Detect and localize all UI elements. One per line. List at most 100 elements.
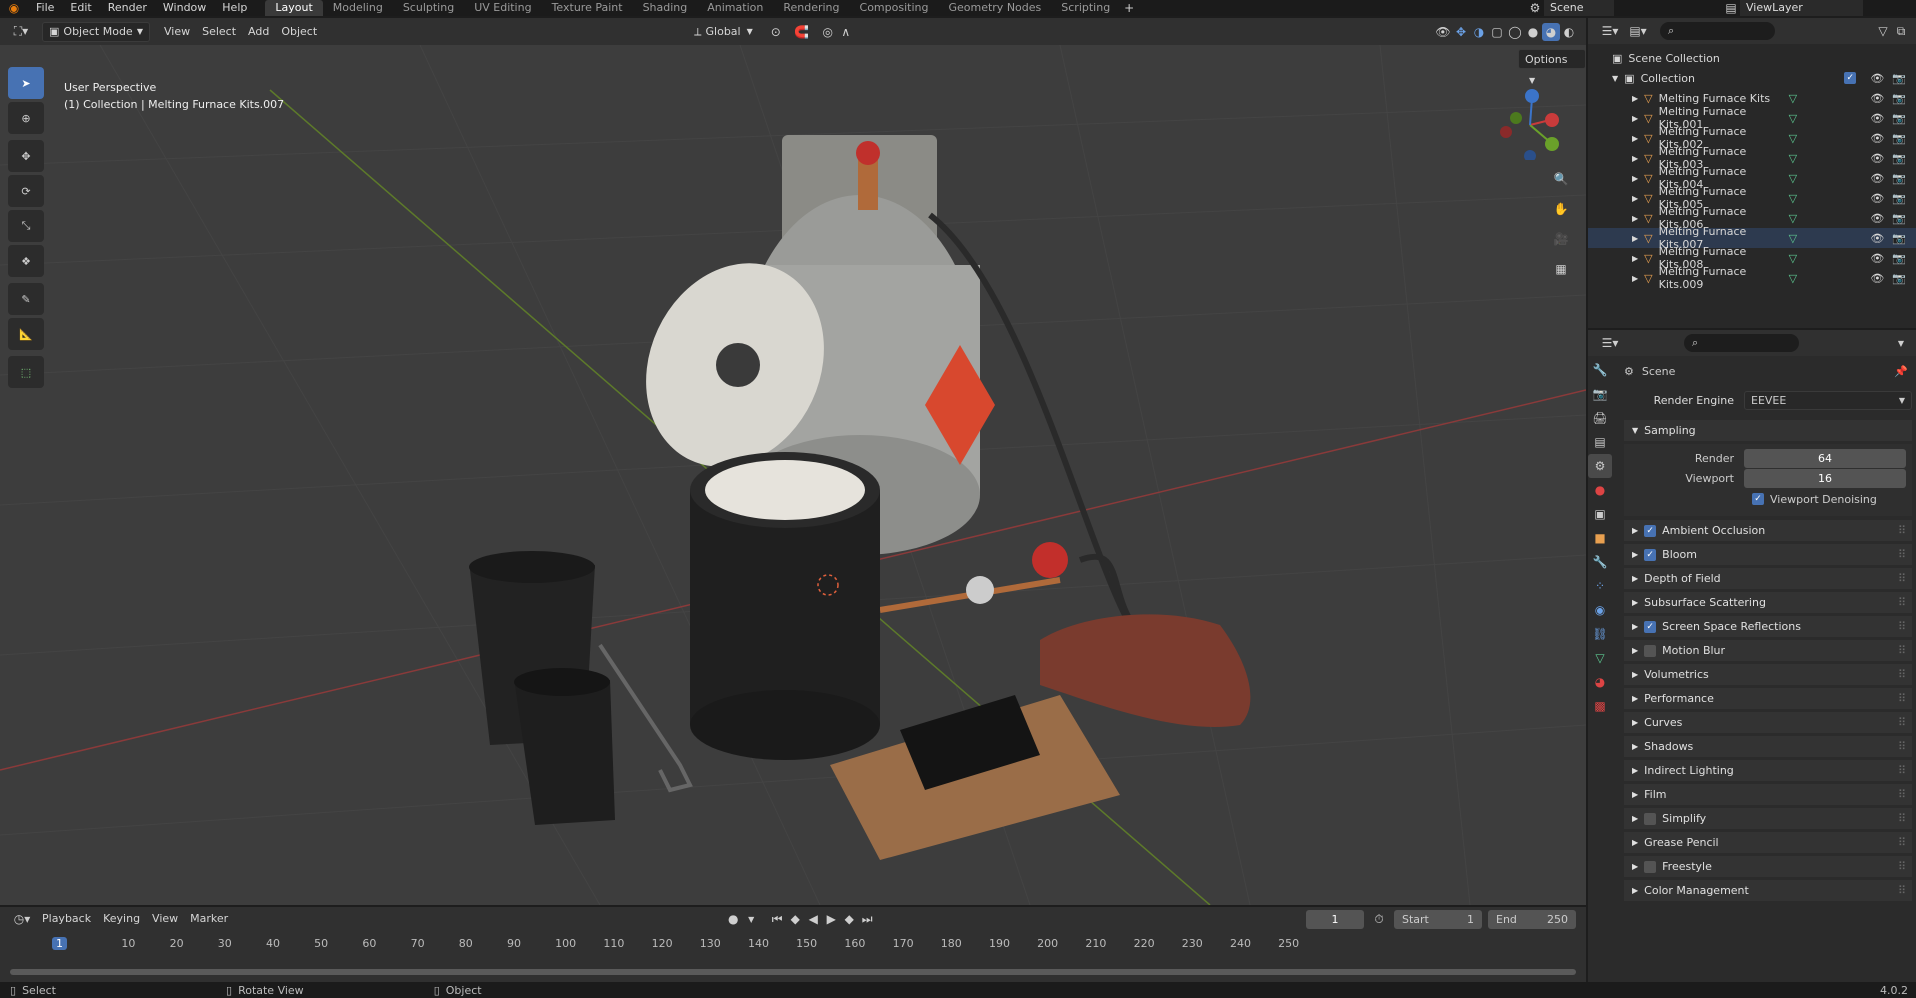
panel-indirect-lighting[interactable]: ▶ Indirect Lighting ⠿ — [1624, 760, 1912, 784]
drag-handle-icon[interactable]: ⠿ — [1898, 572, 1906, 585]
eye-icon[interactable]: 👁 — [1870, 252, 1884, 265]
next-keyframe-icon[interactable]: ◆ — [840, 910, 858, 928]
solid-shading-icon[interactable]: ● — [1524, 23, 1542, 41]
camera-render-icon[interactable]: 📷 — [1892, 192, 1906, 205]
eye-icon[interactable]: 👁 — [1870, 152, 1884, 165]
scale-tool[interactable]: ⤡ — [8, 210, 44, 242]
blender-logo-icon[interactable]: ◉ — [0, 0, 28, 17]
workspace-tab-layout[interactable]: Layout — [265, 0, 323, 16]
collection-tab-icon[interactable]: ▣ — [1588, 502, 1612, 526]
drag-handle-icon[interactable]: ⠿ — [1898, 524, 1906, 537]
cursor-tool[interactable]: ⊕ — [8, 102, 44, 134]
navigation-gizmo[interactable] — [1490, 80, 1570, 160]
data-tab-icon[interactable]: ▽ — [1588, 646, 1612, 670]
workspace-tab-rendering[interactable]: Rendering — [773, 0, 849, 16]
options-dropdown[interactable]: Options ▼ — [1518, 49, 1586, 85]
panel-shadows[interactable]: ▶ Shadows ⠿ — [1624, 736, 1912, 760]
menu-edit[interactable]: Edit — [62, 0, 99, 16]
jump-start-icon[interactable]: ⏮ — [768, 910, 786, 928]
record-icon[interactable]: ● — [724, 910, 742, 928]
pin-icon[interactable]: 📌 — [1894, 365, 1908, 378]
workspace-tab-animation[interactable]: Animation — [697, 0, 773, 16]
timeline-menu-playback[interactable]: Playback — [36, 909, 97, 929]
annotate-tool[interactable]: ✎ — [8, 283, 44, 315]
scene-collection-row[interactable]: ▣ Scene Collection — [1588, 48, 1916, 68]
viewport-denoise-checkbox[interactable]: ✓ — [1752, 493, 1764, 505]
new-collection-icon[interactable]: ⧉ — [1892, 22, 1910, 40]
measure-tool[interactable]: 📐 — [8, 318, 44, 350]
overlay-icon[interactable]: ◑ — [1470, 23, 1488, 41]
timeline-menu-keying[interactable]: Keying — [97, 909, 146, 929]
panel-subsurface-scattering[interactable]: ▶ Subsurface Scattering ⠿ — [1624, 592, 1912, 616]
drag-handle-icon[interactable]: ⠿ — [1898, 548, 1906, 561]
panel-grease-pencil[interactable]: ▶ Grease Pencil ⠿ — [1624, 832, 1912, 856]
exclude-checkbox[interactable]: ✓ — [1844, 71, 1857, 84]
editor-type-icon[interactable]: ⛶▾ — [8, 23, 34, 41]
panel-volumetrics[interactable]: ▶ Volumetrics ⠿ — [1624, 664, 1912, 688]
expand-arrow-icon[interactable]: ▶ — [1632, 94, 1638, 103]
camera-render-icon[interactable]: 📷 — [1892, 152, 1906, 165]
viewport-menu-select[interactable]: Select — [196, 22, 242, 42]
camera-render-icon[interactable]: 📷 — [1892, 212, 1906, 225]
timeline-ruler[interactable]: 1 10 20 30 40 50 60 70 80 90 100 110 120 130 140 150 160… — [0, 935, 1586, 955]
workspace-tab-modeling[interactable]: Modeling — [323, 0, 393, 16]
outliner-search-input[interactable]: ⌕ — [1660, 22, 1775, 40]
viewport-samples-field[interactable]: 16 — [1744, 468, 1906, 488]
modifier-tab-icon[interactable]: 🔧 — [1588, 550, 1612, 574]
expand-arrow-icon[interactable]: ▶ — [1632, 194, 1638, 203]
panel-depth-of-field[interactable]: ▶ Depth of Field ⠿ — [1624, 568, 1912, 592]
select-box-tool[interactable]: ➤ — [8, 67, 44, 99]
drag-handle-icon[interactable]: ⠿ — [1898, 836, 1906, 849]
eye-icon[interactable]: 👁 — [1870, 112, 1884, 125]
panel-motion-blur[interactable]: ▶ Motion Blur ⠿ — [1624, 640, 1912, 664]
expand-arrow-icon[interactable]: ▶ — [1632, 134, 1638, 143]
timeline-menu-marker[interactable]: Marker — [184, 909, 234, 929]
drag-handle-icon[interactable]: ⠿ — [1898, 788, 1906, 801]
camera-render-icon[interactable]: 📷 — [1892, 232, 1906, 245]
3d-viewport[interactable]: ➤ ⊕ ✥ ⟳ ⤡ ❖ ✎ 📐 ⬚ User Perspective (1) C… — [0, 45, 1586, 905]
drag-handle-icon[interactable]: ⠿ — [1898, 740, 1906, 753]
drag-handle-icon[interactable]: ⠿ — [1898, 884, 1906, 897]
texture-tab-icon[interactable]: ▩ — [1588, 694, 1612, 718]
grid-view-icon[interactable]: ▦ — [1552, 260, 1570, 278]
filter-icon[interactable]: ▽ — [1874, 22, 1892, 40]
drag-handle-icon[interactable]: ⠿ — [1898, 620, 1906, 633]
panel-bloom[interactable]: ▶ ✓ Bloom ⠿ — [1624, 544, 1912, 568]
falloff-icon[interactable]: ∧ — [837, 23, 855, 41]
workspace-tab-compositing[interactable]: Compositing — [850, 0, 939, 16]
current-frame-field[interactable]: 1 — [1306, 909, 1364, 929]
panel-checkbox[interactable]: ✓ — [1644, 548, 1657, 561]
play-icon[interactable]: ▶ — [822, 910, 840, 928]
expand-arrow-icon[interactable]: ▶ — [1632, 214, 1638, 223]
jump-end-icon[interactable]: ⏭ — [858, 910, 876, 928]
workspace-tab-sculpting[interactable]: Sculpting — [393, 0, 464, 16]
drag-handle-icon[interactable]: ⠿ — [1898, 860, 1906, 873]
eye-icon[interactable]: 👁 — [1870, 192, 1884, 205]
panel-curves[interactable]: ▶ Curves ⠿ — [1624, 712, 1912, 736]
workspace-tab-scripting[interactable]: Scripting — [1051, 0, 1120, 16]
constraints-tab-icon[interactable]: ⛓ — [1588, 622, 1612, 646]
particles-tab-icon[interactable]: ⁘ — [1588, 574, 1612, 598]
xray-icon[interactable]: ▢ — [1488, 23, 1506, 41]
gizmo-icon[interactable]: ✥ — [1452, 23, 1470, 41]
chevron-down-icon[interactable]: ▼ — [742, 910, 760, 928]
expand-arrow-icon[interactable]: ▶ — [1632, 274, 1638, 283]
expand-arrow-icon[interactable]: ▶ — [1632, 254, 1638, 263]
render-engine-dropdown[interactable]: EEVEE ▼ — [1744, 390, 1912, 410]
eye-icon[interactable]: 👁 — [1870, 132, 1884, 145]
drag-handle-icon[interactable]: ⠿ — [1898, 692, 1906, 705]
panel-checkbox[interactable]: ✓ — [1644, 620, 1657, 633]
eye-icon[interactable]: 👁 — [1870, 212, 1884, 225]
menu-render[interactable]: Render — [100, 0, 155, 16]
eye-icon[interactable]: 👁 — [1870, 232, 1884, 245]
eye-icon[interactable]: 👁 — [1870, 272, 1884, 285]
zoom-icon[interactable]: 🔍 — [1552, 170, 1570, 188]
wireframe-shading-icon[interactable]: ◯ — [1506, 23, 1524, 41]
move-tool[interactable]: ✥ — [8, 140, 44, 172]
viewport-menu-object[interactable]: Object — [275, 22, 323, 42]
workspace-tab-geometry-nodes[interactable]: Geometry Nodes — [938, 0, 1051, 16]
transform-tool[interactable]: ❖ — [8, 245, 44, 277]
play-reverse-icon[interactable]: ◀ — [804, 910, 822, 928]
drag-handle-icon[interactable]: ⠿ — [1898, 812, 1906, 825]
eye-icon[interactable]: 👁 — [1870, 92, 1884, 105]
